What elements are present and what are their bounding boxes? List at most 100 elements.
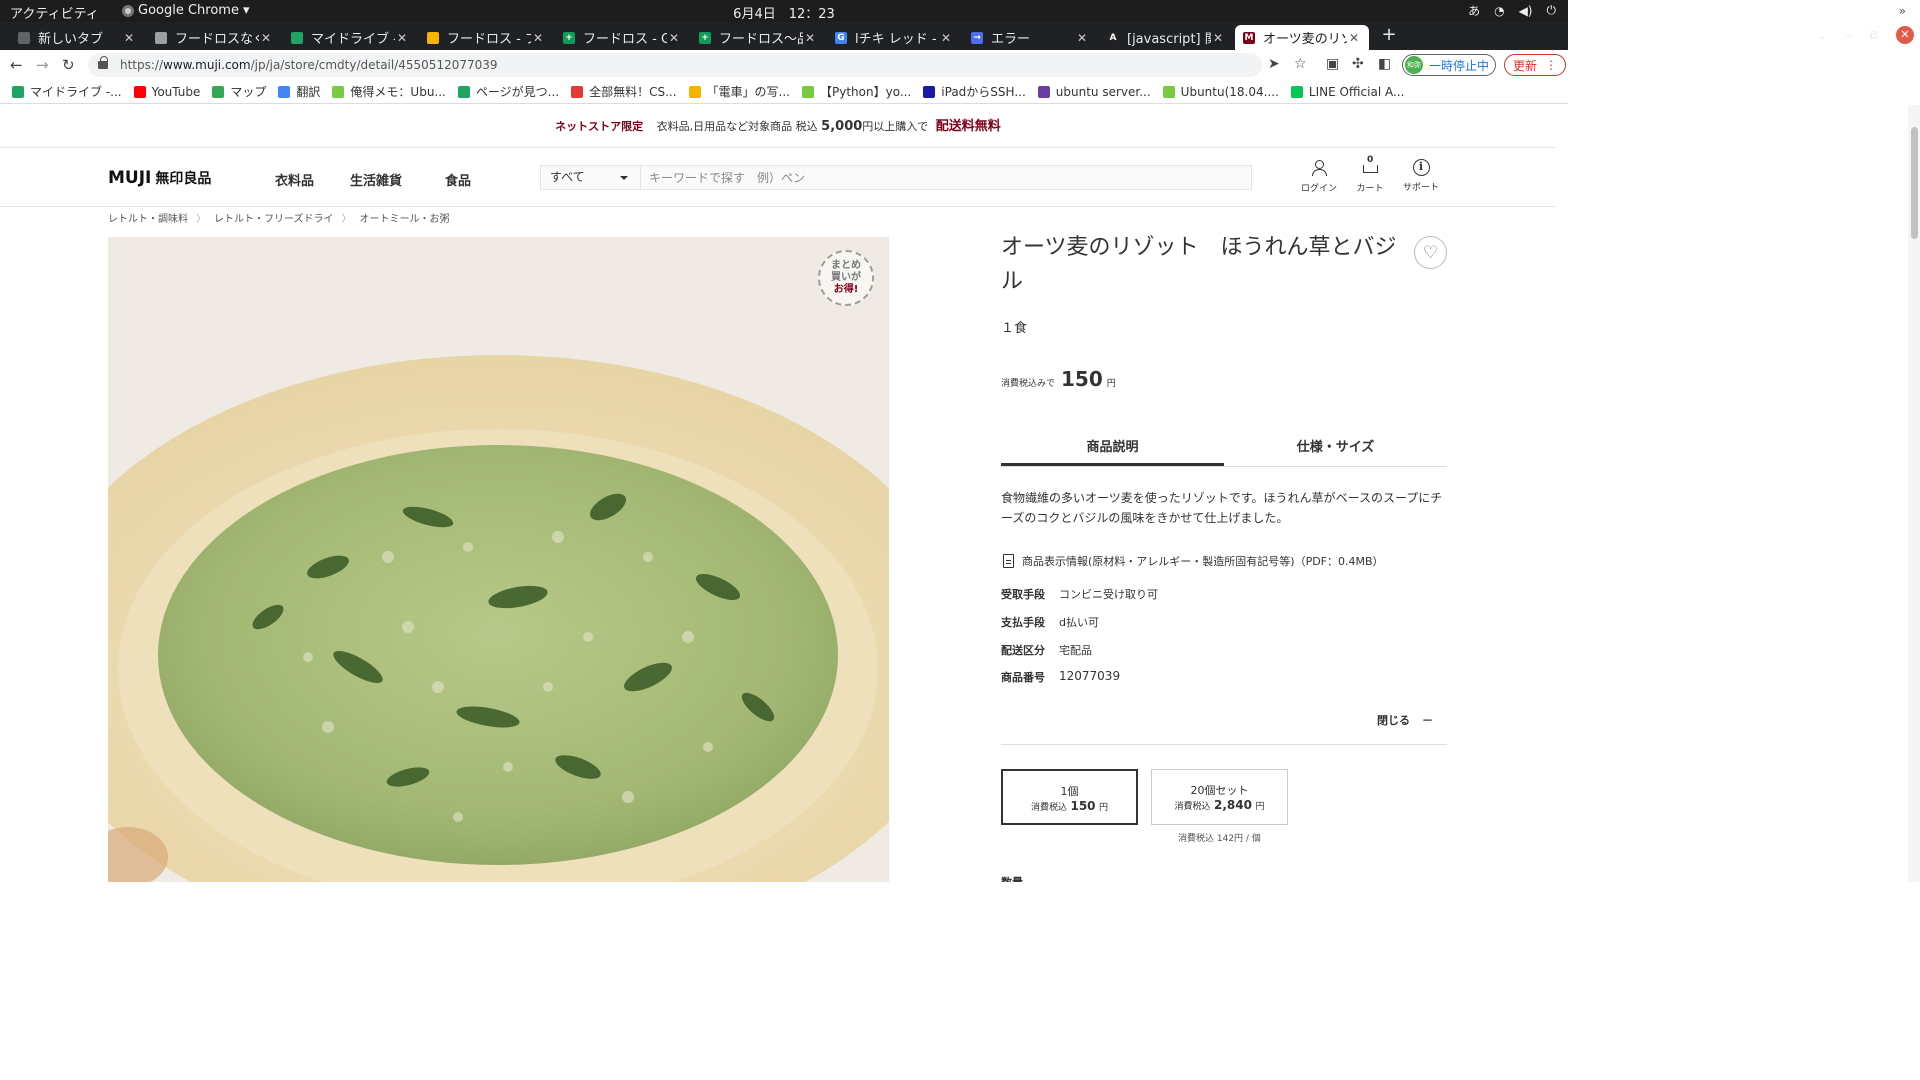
reload-icon[interactable]: ↻ (62, 56, 75, 74)
puzzle-icon[interactable]: ✣ (1352, 56, 1364, 72)
tab-description[interactable]: 商品説明 (1001, 432, 1224, 466)
close-label: 閉じる (1377, 714, 1410, 727)
option-set-20[interactable]: 20個セット 消費税込 2,840 円 (1151, 769, 1288, 825)
tab-title: フードロスなく (175, 32, 259, 47)
browser-tab[interactable]: → エラー ✕ (963, 25, 1097, 50)
tab-favicon-icon (155, 31, 167, 44)
bookmark-label: iPadからSSH... (941, 85, 1026, 99)
bookmark-item[interactable]: ページが見つ... (457, 83, 559, 100)
browser-tab[interactable]: M オーツ麦のリゾ ✕ (1235, 25, 1369, 50)
bookmark-item[interactable]: LINE Official A... (1290, 84, 1405, 99)
browser-tab[interactable]: フードロス - ブ ✕ (419, 25, 553, 50)
login-link[interactable]: ログイン (1294, 159, 1344, 194)
minimize-button[interactable]: – (1845, 28, 1851, 42)
product-image[interactable] (108, 237, 889, 882)
breadcrumb-item[interactable]: レトルト・フリーズドライ (214, 210, 334, 225)
spec-value: 宅配品 (1059, 644, 1092, 657)
chevron-right-icon: 〉 (341, 214, 352, 225)
bookmark-item[interactable]: 翻訳 (278, 83, 320, 100)
favorite-button[interactable]: ♡ (1414, 236, 1447, 269)
tab-specs[interactable]: 仕様・サイズ (1224, 432, 1447, 466)
tab-close-icon[interactable]: ✕ (1075, 31, 1089, 45)
promo-tag: ネットストア限定 (555, 120, 644, 133)
browser-tab[interactable]: マイドライブ - G✕ (283, 25, 417, 50)
clock[interactable]: 6月4日 12：23 (0, 3, 1568, 22)
send-icon[interactable]: ➤ (1268, 56, 1280, 72)
tab-close-icon[interactable]: ✕ (939, 31, 953, 45)
bookmark-label: 「電車」の写... (706, 85, 790, 99)
address-bar[interactable]: https://www.muji.com/jp/ja/store/cmdty/d… (88, 53, 1262, 77)
logo-sub: 無印良品 (155, 171, 212, 187)
window-controls: ⌄ – ⧉ ✕ (1817, 26, 1914, 44)
quantity-label: 数量 (1001, 874, 1023, 882)
bookmark-item[interactable]: マップ (212, 83, 266, 100)
search-input[interactable] (641, 166, 1251, 189)
tab-search-icon[interactable]: ⌄ (1817, 28, 1827, 42)
pdf-info-link[interactable]: 商品表示情報(原材料・アレルギー・製造所固有記号等)（PDF：0.4MB） (1003, 553, 1384, 569)
bookmark-item[interactable]: 全部無料！CS... (571, 83, 677, 100)
promo-text-before: 衣料品,日用品など対象商品 税込 (656, 120, 818, 133)
bookmark-item[interactable]: 俺得メモ：Ubu... (332, 83, 446, 100)
close-window-button[interactable]: ✕ (1896, 26, 1914, 44)
muji-logo[interactable]: MUJI 無印良品 (108, 168, 211, 188)
bookmark-favicon-icon (457, 85, 470, 98)
browser-tab[interactable]: + フードロス〜品 ✕ (691, 25, 825, 50)
browser-tab[interactable]: 新しいタブ ✕ (10, 25, 144, 50)
browser-tab[interactable]: Glチキ レッド - G✕ (827, 25, 961, 50)
breadcrumb-item[interactable]: オートミール・お粥 (360, 210, 450, 225)
support-link[interactable]: i サポート (1396, 159, 1446, 193)
promo-text-after: 円以上購入で (862, 120, 929, 133)
bookmark-label: Ubuntu(18.04.... (1180, 84, 1279, 99)
side-panel-icon[interactable]: ◧ (1378, 56, 1391, 72)
nav-clothing[interactable]: 衣料品 (275, 170, 314, 189)
promo-banner[interactable]: ネットストア限定 衣料品,日用品など対象商品 税込 5,000円以上購入で 配送… (0, 105, 1556, 148)
browser-tab[interactable]: A [javascript] 関連✕ (1099, 25, 1233, 50)
option-single[interactable]: 1個 消費税込 150 円 (1001, 769, 1138, 825)
bookmark-item[interactable]: YouTube (133, 85, 200, 99)
tab-close-icon[interactable]: ✕ (667, 31, 681, 45)
breadcrumb-item[interactable]: レトルト・調味料 (108, 210, 188, 225)
tab-close-icon[interactable]: ✕ (259, 31, 273, 45)
browser-tab[interactable]: + フードロス - Go✕ (555, 25, 689, 50)
cart-link[interactable]: 0 カート (1345, 155, 1395, 194)
restore-button[interactable]: ⧉ (1869, 28, 1878, 43)
spec-row: 支払手段 d払い可 (1001, 614, 1099, 630)
nav-food[interactable]: 食品 (445, 170, 471, 189)
bookmark-item[interactable]: iPadからSSH... (923, 83, 1026, 100)
new-tab-button[interactable]: + (1378, 24, 1400, 45)
chevron-right-icon: 〉 (196, 214, 206, 225)
bookmark-item[interactable]: 「電車」の写... (688, 83, 790, 100)
document-icon (1003, 554, 1014, 568)
bookmark-item[interactable]: ubuntu server... (1037, 85, 1151, 99)
bookmark-label: LINE Official A... (1308, 84, 1405, 99)
back-arrow-icon[interactable]: ← (10, 56, 23, 74)
update-button[interactable]: 更新 ⋮ (1504, 54, 1567, 76)
scrollbar-thumb[interactable] (1911, 127, 1918, 239)
nav-household[interactable]: 生活雑貨 (350, 170, 402, 189)
tab-close-icon[interactable]: ✕ (1211, 31, 1225, 45)
page-scrollbar[interactable] (1908, 105, 1920, 882)
bookmarks-overflow-icon[interactable]: » (1899, 4, 1906, 18)
option-tax-label: 消費税込 (1174, 802, 1211, 812)
bookmark-favicon-icon (571, 85, 584, 98)
tab-close-icon[interactable]: ✕ (395, 31, 409, 45)
collapse-details-button[interactable]: 閉じる － (1377, 712, 1433, 728)
browser-tab[interactable]: フードロスなく ✕ (147, 25, 281, 50)
forward-arrow-icon[interactable]: → (36, 56, 49, 74)
tab-close-icon[interactable]: ✕ (122, 31, 136, 45)
tab-close-icon[interactable]: ✕ (531, 31, 545, 45)
search-category-select[interactable]: すべて (541, 166, 641, 189)
bookmark-item[interactable]: マイドライブ -... (12, 83, 122, 100)
profile-pause-button[interactable]: 和弥 一時停止中 (1402, 54, 1497, 76)
bookmark-item[interactable]: Ubuntu(18.04.... (1162, 84, 1279, 99)
bookmark-star-icon[interactable]: ☆ (1294, 56, 1307, 72)
badge-line: まとめ (831, 260, 861, 271)
bookmark-favicon-icon (802, 85, 814, 98)
bookmark-item[interactable]: 【Python】yo... (802, 83, 911, 100)
bookmark-favicon-icon (1290, 85, 1303, 98)
extension-icon[interactable]: ▣ (1326, 56, 1339, 72)
system-tray[interactable]: あ ◔ ◀) ⏻ (1468, 2, 1556, 19)
tab-close-icon[interactable]: ✕ (1347, 31, 1361, 45)
ime-indicator[interactable]: あ (1468, 2, 1480, 19)
tab-close-icon[interactable]: ✕ (803, 31, 817, 45)
